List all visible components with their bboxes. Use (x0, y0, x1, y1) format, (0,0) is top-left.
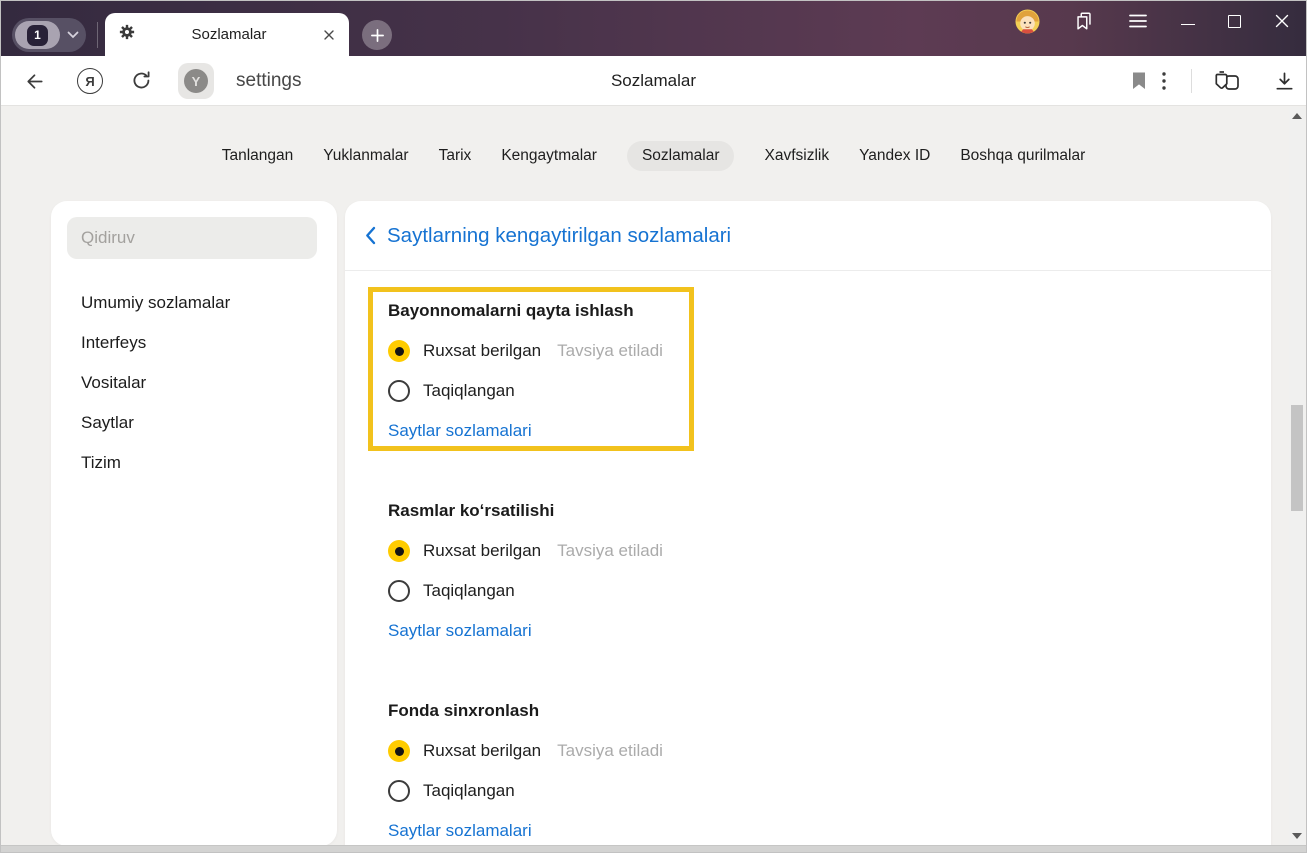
site-badge-logo: Y (184, 69, 208, 93)
site-settings-link[interactable]: Saytlar sozlamalari (388, 421, 532, 441)
option-label: Taqiqlangan (423, 781, 515, 800)
tab-title: Sozlamalar (191, 26, 267, 43)
tab-counter-button[interactable]: 1 (12, 18, 86, 52)
option-label: Ruxsat berilgan (423, 741, 542, 760)
browser-tab-sozlamalar[interactable]: Sozlamalar (105, 13, 349, 56)
site-settings-link[interactable]: Saytlar sozlamalari (388, 821, 532, 841)
sidebar-item-tizim[interactable]: Tizim (51, 443, 337, 483)
nav-sozlamalar[interactable]: Sozlamalar (626, 141, 735, 171)
option-label: Ruxsat berilgan (423, 341, 542, 360)
yandex-logo-glyph: Я (85, 73, 95, 89)
radio-unselected[interactable] (388, 580, 410, 602)
scroll-down-arrow-icon[interactable] (1292, 833, 1302, 839)
radio-unselected[interactable] (388, 780, 410, 802)
option-row: Ruxsat berilgan Tavsiya etiladi (388, 531, 1008, 571)
titlebar: 1 Sozlamalar (1, 1, 1306, 56)
option-row: Ruxsat berilgan Tavsiya etiladi (388, 331, 1008, 371)
sidebar-list: Umumiy sozlamalar Interfeys Vositalar Sa… (51, 283, 337, 483)
nav-yandex-id[interactable]: Yandex ID (859, 147, 930, 165)
minimize-button[interactable] (1181, 11, 1195, 31)
bookmark-filled-icon[interactable] (1132, 72, 1146, 90)
option-row: Taqiqlangan (388, 571, 1008, 611)
gear-icon (118, 23, 136, 46)
toolbar-divider (1191, 69, 1192, 93)
back-chevron-icon[interactable] (365, 226, 376, 245)
bookmarks-panel-icon[interactable] (1073, 10, 1095, 32)
sidebar-item-interfeys[interactable]: Interfeys (51, 323, 337, 363)
section-title: Rasmlar koʻrsatilishi (388, 501, 555, 520)
close-window-button[interactable] (1274, 13, 1290, 29)
settings-sidebar: Umumiy sozlamalar Interfeys Vositalar Sa… (51, 201, 337, 846)
kebab-menu-icon[interactable] (1161, 71, 1167, 91)
search-input[interactable] (67, 217, 317, 259)
sidebar-item-saytlar[interactable]: Saytlar (51, 403, 337, 443)
nav-tanlangan[interactable]: Tanlangan (222, 147, 294, 165)
browser-window: 1 Sozlamalar Я Y settings Sozlamalar Tan… (0, 0, 1307, 853)
settings-content: Saytlarning kengaytirilgan sozlamalari B… (345, 201, 1271, 852)
window-bottom-edge (1, 845, 1306, 852)
option-label: Ruxsat berilgan (423, 541, 542, 560)
address-bar-url[interactable]: settings (236, 56, 301, 106)
option-row: Taqiqlangan (388, 771, 1008, 811)
close-tab-icon[interactable] (322, 28, 336, 42)
nav-yuklanmalar[interactable]: Yuklanmalar (323, 147, 408, 165)
radio-selected[interactable] (388, 340, 410, 362)
menu-icon[interactable] (1128, 13, 1148, 29)
option-row: Ruxsat berilgan Tavsiya etiladi (388, 731, 1008, 771)
site-icon-badge[interactable]: Y (178, 63, 214, 99)
section-fonda-sinxronlash: Fonda sinxronlash Ruxsat berilgan Tavsiy… (388, 691, 1008, 851)
sidebar-item-umumiy-sozlamalar[interactable]: Umumiy sozlamalar (51, 283, 337, 323)
tab-counter-badge: 1 (15, 21, 60, 49)
profile-avatar[interactable] (1015, 8, 1040, 34)
scroll-up-arrow-icon[interactable] (1292, 113, 1302, 119)
option-label: Taqiqlangan (423, 381, 515, 400)
nav-xavfsizlik[interactable]: Xavfsizlik (764, 147, 829, 165)
option-hint: Tavsiya etiladi (557, 741, 663, 760)
nav-boshqa-qurilmalar[interactable]: Boshqa qurilmalar (960, 147, 1085, 165)
download-icon[interactable] (1273, 70, 1296, 93)
option-label: Taqiqlangan (423, 581, 515, 600)
yandex-home-button[interactable]: Я (77, 68, 103, 94)
toolbar: Я Y settings Sozlamalar (1, 56, 1306, 106)
sidebar-item-vositalar[interactable]: Vositalar (51, 363, 337, 403)
site-settings-link[interactable]: Saytlar sozlamalari (388, 621, 532, 641)
new-tab-button[interactable] (362, 20, 392, 50)
option-row: Taqiqlangan (388, 371, 1008, 411)
settings-nav: Tanlangan Yuklanmalar Tarix Kengaytmalar… (1, 140, 1306, 172)
tab-counter-shield-icon: 1 (27, 24, 48, 46)
nav-kengaytmalar[interactable]: Kengaytmalar (501, 147, 597, 165)
nav-tarix[interactable]: Tarix (439, 147, 472, 165)
section-rasmlar: Rasmlar koʻrsatilishi Ruxsat berilgan Ta… (388, 491, 1008, 651)
chevron-down-icon[interactable] (60, 31, 86, 39)
option-hint: Tavsiya etiladi (557, 541, 663, 560)
section-title: Bayonnomalarni qayta ishlash (388, 301, 634, 320)
section-title: Fonda sinxronlash (388, 701, 540, 720)
content-header: Saytlarning kengaytirilgan sozlamalari (345, 201, 1271, 271)
option-hint: Tavsiya etiladi (557, 341, 663, 360)
page-title: Saytlarning kengaytirilgan sozlamalari (387, 223, 732, 247)
radio-selected[interactable] (388, 740, 410, 762)
extensions-panel-icon[interactable] (1213, 70, 1241, 93)
scrollbar-thumb[interactable] (1291, 405, 1303, 511)
back-button[interactable] (23, 70, 46, 93)
scrollbar[interactable] (1289, 107, 1305, 845)
radio-selected[interactable] (388, 540, 410, 562)
titlebar-divider (97, 22, 98, 48)
radio-unselected[interactable] (388, 380, 410, 402)
tab-count: 1 (34, 28, 41, 42)
section-bayonnomalar: Bayonnomalarni qayta ishlash Ruxsat beri… (388, 291, 1008, 451)
maximize-button[interactable] (1228, 14, 1241, 28)
refresh-icon[interactable] (130, 69, 153, 92)
